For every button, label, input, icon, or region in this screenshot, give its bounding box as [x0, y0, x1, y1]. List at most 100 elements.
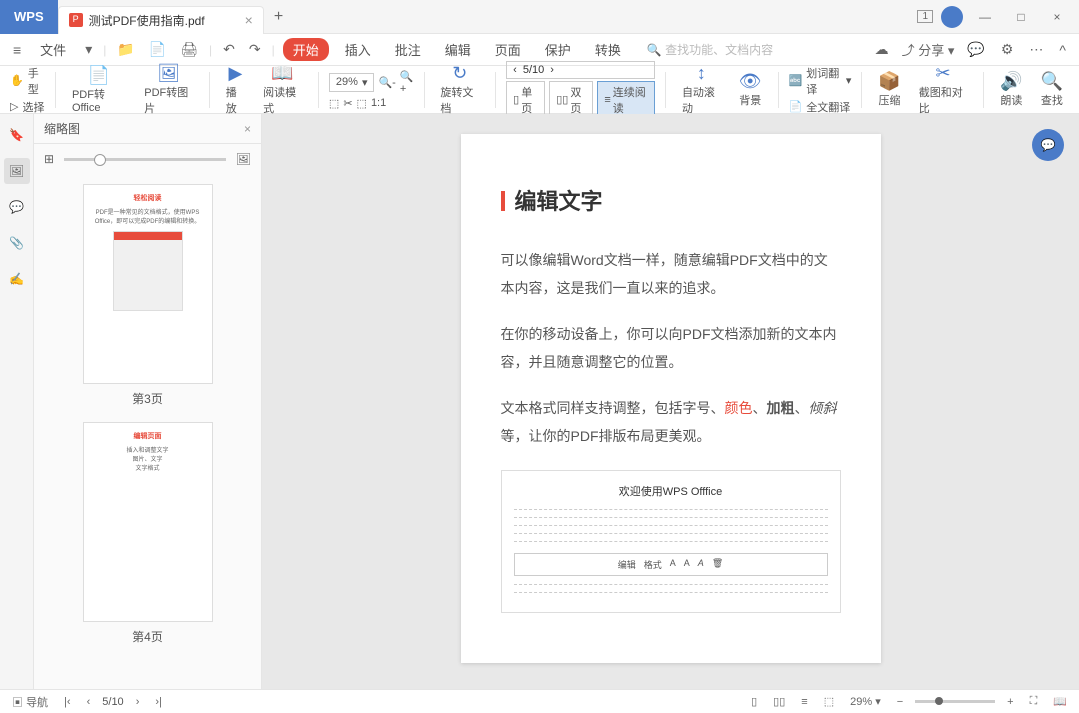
view-continuous-icon[interactable]: ≡ — [797, 696, 811, 708]
page-indicator[interactable]: 5/10 — [102, 696, 123, 708]
zoom-out-icon[interactable]: 🔍- — [378, 76, 395, 89]
zoom-out-button[interactable]: − — [893, 696, 907, 708]
first-page-icon[interactable]: |‹ — [60, 696, 75, 708]
pdf-page: 编辑文字 可以像编辑Word文档一样，随意编辑PDF文档中的文本内容，这是我们一… — [461, 134, 881, 663]
view-single-icon[interactable]: ▯ — [747, 695, 761, 708]
share-button[interactable]: ⤴ 分享 ▾ — [902, 40, 955, 59]
open-icon[interactable]: 📁 — [114, 41, 137, 58]
wps-logo[interactable]: WPS — [0, 0, 58, 34]
settings-icon[interactable]: ⚙ — [998, 41, 1017, 58]
full-translate-button[interactable]: 📄 全文翻译 — [789, 99, 852, 115]
pdf-to-image-button[interactable]: 🖼PDF转图片 — [138, 66, 199, 113]
tab-insert[interactable]: 插入 — [337, 37, 379, 62]
fit-icon[interactable]: ⬚ — [820, 695, 838, 708]
zoom-in-icon[interactable]: 🔍+ — [400, 70, 414, 95]
single-page-button[interactable]: ▯ 单页 — [506, 81, 545, 119]
close-button[interactable]: × — [1043, 3, 1071, 31]
continuous-button[interactable]: ≡ 连续阅读 — [597, 81, 655, 119]
bookmark-icon[interactable]: 🔖 — [4, 122, 30, 148]
last-page-icon[interactable]: ›| — [151, 696, 166, 708]
next-page-icon[interactable]: › — [550, 64, 554, 76]
view-double-icon[interactable]: ▯▯ — [769, 695, 789, 708]
thumbnail-panel: 缩略图 × ⊞ 🖼 轻松阅读 PDF是一种常见的文档格式，使用WPS Offic… — [34, 114, 262, 689]
maximize-button[interactable]: □ — [1007, 3, 1035, 31]
new-tab-button[interactable]: + — [274, 8, 283, 26]
background-button[interactable]: 👁背景 — [733, 66, 768, 113]
collapse-icon[interactable]: ^ — [1056, 42, 1069, 58]
tab-start[interactable]: 开始 — [283, 38, 329, 61]
select-tool[interactable]: ▷ 选择 — [10, 99, 45, 115]
pdf-to-office-button[interactable]: 📄PDF转Office — [66, 66, 132, 113]
tab-annotate[interactable]: 批注 — [387, 37, 429, 62]
compress-button[interactable]: 📦压缩 — [872, 66, 906, 113]
menu-icon[interactable]: ≡ — [10, 42, 24, 58]
cloud-icon[interactable]: ☁ — [872, 41, 892, 58]
avatar[interactable] — [941, 6, 963, 28]
left-toolbar: 🔖 🖼 💬 📎 ✍ — [0, 114, 34, 689]
pdf-icon — [69, 13, 83, 27]
nav-toggle[interactable]: ▣ 导航 — [8, 694, 52, 710]
rotate-button[interactable]: ↻旋转文档 — [434, 66, 485, 113]
sel-translate-button[interactable]: 🔤 划词翻译 ▾ — [789, 65, 852, 97]
more-icon[interactable]: ⋯ — [1026, 41, 1046, 58]
attachment-icon[interactable]: 📎 — [4, 230, 30, 256]
thumb-image-icon[interactable]: 🖼 — [236, 152, 251, 166]
thumbnail-page-4[interactable]: 编辑页面 插入和调整文字 图片、文字 文字格式 第4页 — [44, 422, 251, 645]
zoom-slider[interactable] — [915, 700, 995, 703]
undo-icon[interactable]: ↶ — [220, 41, 238, 58]
prev-page-icon[interactable]: ‹ — [83, 696, 95, 708]
comment-icon[interactable]: 💬 — [4, 194, 30, 220]
reading-mode-icon[interactable]: 📖 — [1049, 695, 1071, 708]
thumb-size-slider[interactable] — [64, 158, 226, 161]
close-panel-icon[interactable]: × — [244, 122, 251, 136]
crop-icon[interactable]: ✂ — [343, 97, 352, 110]
auto-scroll-button[interactable]: ↕自动滚动 — [676, 66, 727, 113]
hand-tool[interactable]: ✋ 手型 — [10, 65, 45, 97]
save-icon[interactable]: 📄 — [146, 41, 169, 58]
zoom-label[interactable]: 29% ▾ — [846, 695, 885, 708]
prev-page-icon[interactable]: ‹ — [513, 64, 517, 76]
read-aloud-button[interactable]: 🔊朗读 — [994, 66, 1028, 113]
tab-title: 测试PDF使用指南.pdf — [89, 12, 205, 29]
next-page-icon[interactable]: › — [132, 696, 144, 708]
tab-edit[interactable]: 编辑 — [437, 37, 479, 62]
thumb-grid-icon[interactable]: ⊞ — [44, 152, 54, 166]
tab-page[interactable]: 页面 — [487, 37, 529, 62]
window-badge[interactable]: 1 — [917, 10, 933, 23]
document-view[interactable]: 💬 编辑文字 可以像编辑Word文档一样，随意编辑PDF文档中的文本内容，这是我… — [262, 114, 1079, 689]
minimize-button[interactable]: — — [971, 3, 999, 31]
paragraph: 可以像编辑Word文档一样，随意编辑PDF文档中的文本内容，这是我们一直以来的追… — [501, 246, 841, 302]
zoom-in-button[interactable]: + — [1003, 696, 1017, 708]
titlebar: WPS 测试PDF使用指南.pdf × + 1 — □ × — [0, 0, 1079, 34]
thumb-label: 第4页 — [44, 628, 251, 645]
close-tab-icon[interactable]: × — [245, 12, 253, 28]
fullscreen-icon[interactable]: ⛶ — [1026, 695, 1042, 708]
thumbnail-title: 缩略图 — [44, 120, 80, 137]
thumb-label: 第3页 — [44, 390, 251, 407]
chevron-down-icon[interactable]: ▾ — [82, 41, 95, 58]
thumbnail-page-3[interactable]: 轻松阅读 PDF是一种常见的文档格式，使用WPS Office，即可以完成PDF… — [44, 184, 251, 407]
assistant-button[interactable]: 💬 — [1032, 129, 1064, 161]
embedded-preview: 欢迎使用WPS Offfice 编辑 格式 AAA🗑 — [501, 470, 841, 613]
redo-icon[interactable]: ↷ — [246, 41, 264, 58]
read-mode-button[interactable]: 📖阅读模式 — [257, 66, 308, 113]
file-menu[interactable]: 文件 — [32, 37, 74, 62]
actual-size-icon[interactable]: 1:1 — [371, 97, 386, 109]
screenshot-button[interactable]: ✂截图和对比 — [913, 66, 974, 113]
statusbar: ▣ 导航 |‹ ‹ 5/10 › ›| ▯ ▯▯ ≡ ⬚ 29% ▾ − + ⛶… — [0, 689, 1079, 713]
thumbnail-icon[interactable]: 🖼 — [4, 158, 30, 184]
search-input[interactable]: 🔍 查找功能、文档内容 — [647, 41, 773, 58]
find-button[interactable]: 🔍查找 — [1035, 66, 1069, 113]
document-tab[interactable]: 测试PDF使用指南.pdf × — [58, 6, 264, 34]
feedback-icon[interactable]: 💬 — [964, 41, 987, 58]
play-button[interactable]: ▶播放 — [220, 66, 251, 113]
dashed-box-icon[interactable]: ⬚ — [357, 97, 367, 110]
fit-width-icon[interactable]: ⬚ — [329, 97, 339, 110]
page-number[interactable]: 5/10 — [523, 64, 544, 76]
double-page-button[interactable]: ▯▯ 双页 — [549, 81, 593, 119]
zoom-dropdown[interactable]: 29% ▾ — [329, 73, 375, 92]
signature-icon[interactable]: ✍ — [4, 266, 30, 292]
tab-protect[interactable]: 保护 — [537, 37, 579, 62]
tab-convert[interactable]: 转换 — [587, 37, 629, 62]
print-icon[interactable]: 🖨 — [177, 41, 201, 58]
